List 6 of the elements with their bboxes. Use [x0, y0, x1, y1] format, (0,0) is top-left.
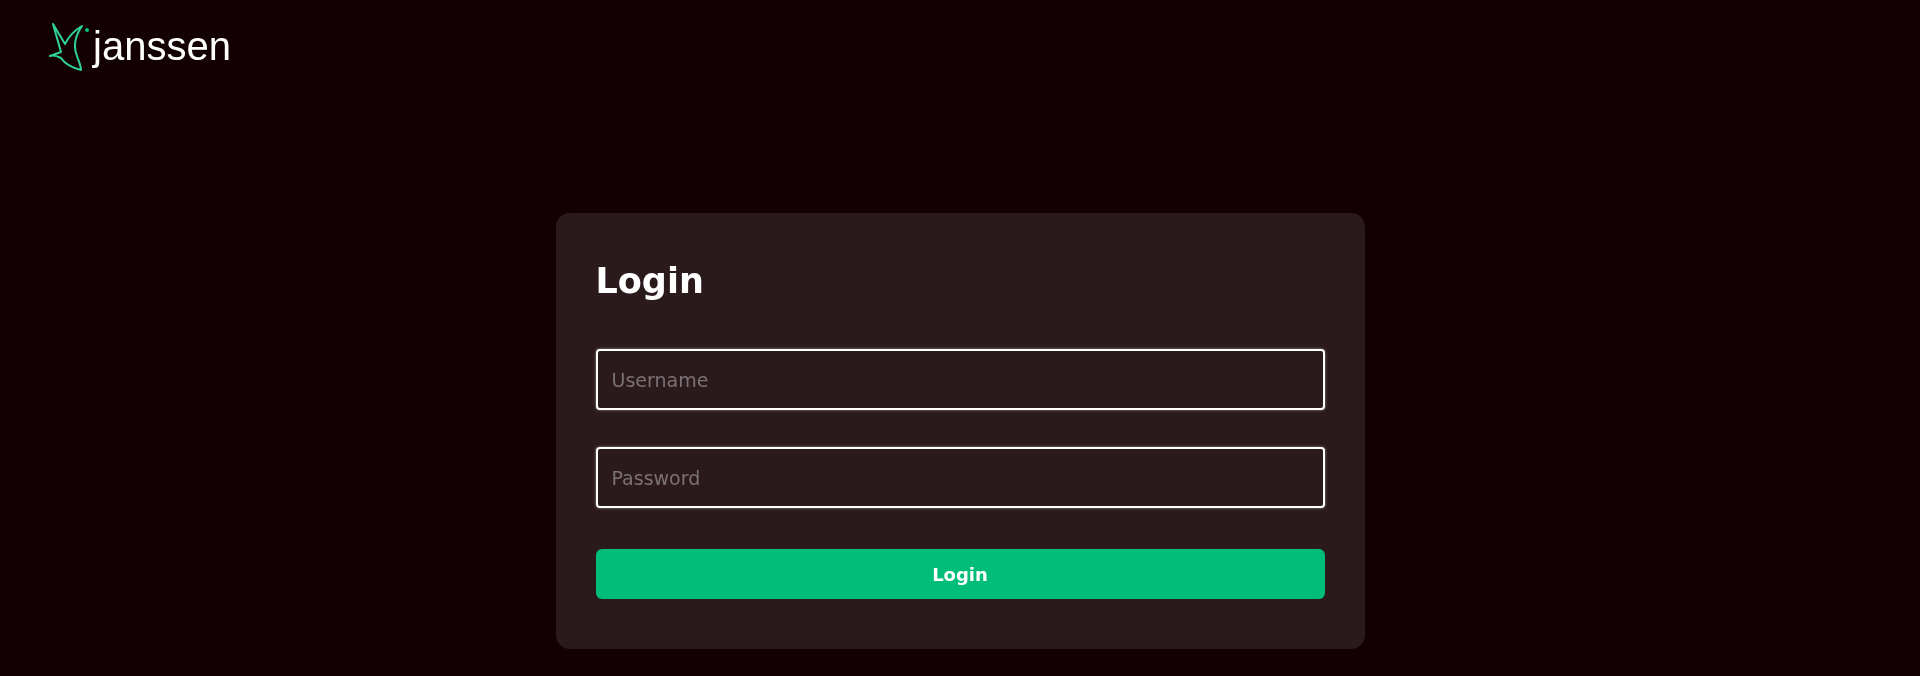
login-title: Login [595, 260, 705, 303]
password-field[interactable]: Password [595, 447, 1325, 508]
logo-text: janssen [93, 26, 231, 70]
username-field[interactable]: Username [595, 349, 1325, 410]
bird-logo-icon [49, 22, 89, 74]
login-button[interactable]: Login [595, 549, 1325, 599]
